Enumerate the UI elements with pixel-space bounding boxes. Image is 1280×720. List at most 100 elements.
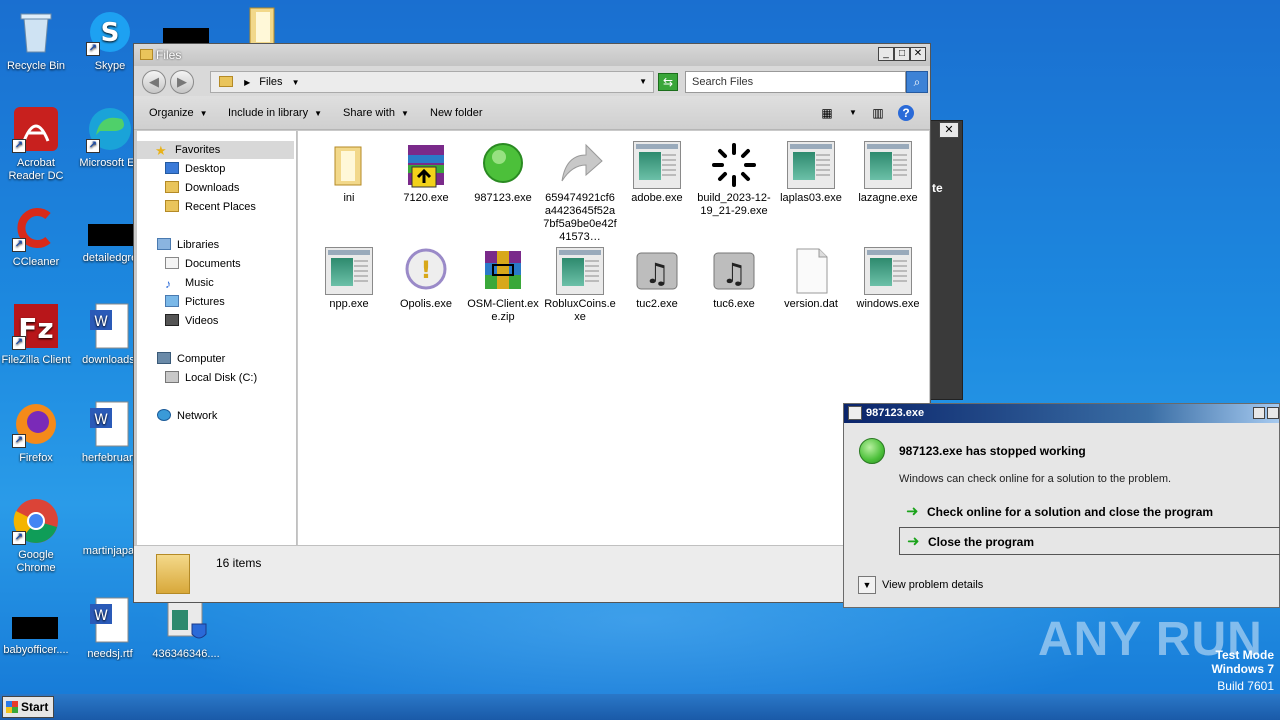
ccleaner-icon: ↗ bbox=[12, 204, 60, 252]
file-item[interactable]: laplas03.exe bbox=[774, 141, 848, 205]
file-item[interactable]: windows.exe bbox=[851, 247, 925, 311]
desktop-icon-label: Acrobat Reader DC bbox=[8, 157, 64, 182]
dialog-titlebar[interactable]: 987123.exe bbox=[844, 404, 1279, 423]
organize-menu[interactable]: Organize ▼ bbox=[149, 107, 208, 119]
file-item[interactable]: ini bbox=[312, 141, 386, 205]
check-online-button[interactable]: ➜ Check online for a solution and close … bbox=[899, 498, 1280, 526]
include-in-library-label: Include in library bbox=[228, 107, 309, 119]
minimize-button[interactable]: _ bbox=[878, 47, 894, 61]
desktop-icon-436346346[interactable]: 436346346.... bbox=[148, 596, 224, 661]
background-window[interactable] bbox=[930, 120, 963, 400]
desktop-icon-babyofficer[interactable]: babyofficer.... bbox=[0, 596, 74, 657]
help-icon[interactable]: ? bbox=[898, 105, 914, 121]
nav-desktop[interactable]: Desktop bbox=[165, 160, 225, 178]
nav-recent-places[interactable]: Recent Places bbox=[165, 198, 256, 216]
nav-network[interactable]: Network bbox=[157, 407, 217, 425]
close-button[interactable]: ✕ bbox=[910, 47, 926, 61]
nav-label: Videos bbox=[185, 315, 219, 327]
libraries-icon bbox=[157, 238, 171, 250]
file-item[interactable]: 987123.exe bbox=[466, 141, 540, 205]
file-item[interactable]: lazagne.exe bbox=[851, 141, 925, 205]
desktop-icon-firefox[interactable]: ↗ Firefox bbox=[0, 400, 74, 465]
network-icon bbox=[157, 409, 171, 421]
desktop-icon-chrome[interactable]: ↗ Google Chrome bbox=[0, 497, 74, 575]
winrar-archive-icon bbox=[479, 247, 527, 295]
address-history-dropdown-icon[interactable]: ▼ bbox=[639, 72, 647, 92]
nav-pictures[interactable]: Pictures bbox=[165, 293, 225, 311]
new-folder-button[interactable]: New folder bbox=[430, 107, 483, 119]
word-document-icon: W bbox=[86, 302, 134, 350]
desktop-icon-recycle-bin[interactable]: Recycle Bin bbox=[0, 8, 74, 73]
chrome-icon: ↗ bbox=[12, 497, 60, 545]
chevron-down-icon[interactable]: ▼ bbox=[292, 78, 300, 87]
nav-documents[interactable]: Documents bbox=[165, 255, 241, 273]
desktop-icon-acrobat[interactable]: ↗ Acrobat Reader DC bbox=[0, 105, 74, 183]
nav-downloads[interactable]: Downloads bbox=[165, 179, 239, 197]
search-icon[interactable]: ⌕ bbox=[906, 71, 928, 93]
back-button[interactable]: ◀ bbox=[142, 70, 166, 94]
view-options-icon[interactable]: ▦ bbox=[819, 105, 835, 121]
file-item[interactable]: ♫ tuc2.exe bbox=[620, 247, 694, 311]
desktop-icon-ccleaner[interactable]: ↗ CCleaner bbox=[0, 204, 74, 269]
file-item[interactable]: OSM-Client.exe.zip bbox=[466, 247, 540, 324]
file-item[interactable]: adobe.exe bbox=[620, 141, 694, 205]
breadcrumb-chevron-icon[interactable]: ▶ bbox=[244, 78, 250, 87]
file-item[interactable]: ♫ tuc6.exe bbox=[697, 247, 771, 311]
music-file-icon: ♫ bbox=[710, 247, 758, 295]
exe-shield-icon bbox=[162, 596, 210, 644]
view-problem-details[interactable]: ▼ View problem details bbox=[858, 576, 983, 594]
file-name: OSM-Client.exe.zip bbox=[467, 298, 539, 323]
svg-text:♫: ♫ bbox=[721, 257, 746, 290]
nav-local-disk[interactable]: Local Disk (C:) bbox=[165, 369, 257, 387]
shortcut-arrow-icon: ↗ bbox=[86, 139, 100, 153]
desktop-icon-needsj[interactable]: W needsj.rtf bbox=[72, 596, 148, 661]
explorer-window[interactable]: Files _ □ ✕ ◀ ▶ ▶ Files ▼ ▼ ⇆ Search Fil… bbox=[133, 43, 931, 603]
nav-computer[interactable]: Computer bbox=[157, 350, 225, 368]
refresh-button[interactable]: ⇆ bbox=[658, 73, 678, 91]
nav-favorites[interactable]: ★ Favorites bbox=[137, 141, 294, 159]
file-item[interactable]: npp.exe bbox=[312, 247, 386, 311]
star-icon: ★ bbox=[155, 143, 167, 158]
desktop-icon-label: Firefox bbox=[19, 452, 53, 464]
error-dialog[interactable]: 987123.exe 987123.exe has stopped workin… bbox=[843, 403, 1280, 608]
shortcut-arrow-icon: ↗ bbox=[12, 139, 26, 153]
firefox-icon: ↗ bbox=[12, 400, 60, 448]
filezilla-icon: Fz ↗ bbox=[12, 302, 60, 350]
include-in-library-menu[interactable]: Include in library ▼ bbox=[228, 107, 322, 119]
chevron-down-icon[interactable]: ▼ bbox=[845, 105, 861, 121]
loading-spinner-icon bbox=[710, 141, 758, 189]
desktop-icon-filezilla[interactable]: Fz ↗ FileZilla Client bbox=[0, 302, 74, 367]
nav-music[interactable]: ♪ Music bbox=[165, 274, 214, 292]
chevron-down-icon[interactable]: ▼ bbox=[858, 576, 876, 594]
maximize-button[interactable]: □ bbox=[894, 47, 910, 61]
start-button[interactable]: Start bbox=[2, 696, 54, 718]
preview-pane-icon[interactable]: ▥ bbox=[870, 105, 886, 121]
minimize-button[interactable] bbox=[1253, 407, 1265, 419]
search-input[interactable]: Search Files bbox=[685, 71, 906, 93]
file-view[interactable]: ini 7120.exe 987123.exe 659474921cf6a442… bbox=[298, 131, 929, 545]
share-with-label: Share with bbox=[343, 107, 395, 119]
nav-videos[interactable]: Videos bbox=[165, 312, 218, 330]
os-label: Windows 7 bbox=[1211, 662, 1274, 676]
file-item[interactable]: RobluxCoins.exe bbox=[543, 247, 617, 324]
file-name: RobluxCoins.exe bbox=[544, 298, 616, 323]
shortcut-arrow-icon bbox=[556, 141, 604, 189]
breadcrumb-files[interactable]: Files bbox=[259, 76, 282, 88]
explorer-titlebar[interactable]: Files _ □ ✕ bbox=[134, 44, 930, 66]
forward-button[interactable]: ▶ bbox=[170, 70, 194, 94]
file-item[interactable]: ! Opolis.exe bbox=[389, 247, 463, 311]
maximize-button[interactable] bbox=[1267, 407, 1279, 419]
file-item[interactable]: 7120.exe bbox=[389, 141, 463, 205]
background-window-close-button[interactable]: ✕ bbox=[939, 122, 959, 138]
close-program-button[interactable]: ➜ Close the program bbox=[899, 527, 1280, 555]
file-item[interactable]: 659474921cf6a4423645f52a7bf5a9be0e42f415… bbox=[543, 141, 617, 244]
file-item[interactable]: version.dat bbox=[774, 247, 848, 311]
nav-libraries[interactable]: Libraries bbox=[157, 236, 219, 254]
navigation-bar: ◀ ▶ ▶ Files ▼ ▼ ⇆ Search Files ⌕ bbox=[134, 66, 930, 96]
share-with-menu[interactable]: Share with ▼ bbox=[343, 107, 409, 119]
svg-text:S: S bbox=[101, 18, 120, 48]
address-bar[interactable]: ▶ Files ▼ ▼ bbox=[210, 71, 654, 93]
file-item[interactable]: build_2023-12-19_21-29.exe bbox=[697, 141, 771, 218]
file-name: windows.exe bbox=[856, 298, 920, 310]
nav-label: Desktop bbox=[185, 163, 226, 175]
